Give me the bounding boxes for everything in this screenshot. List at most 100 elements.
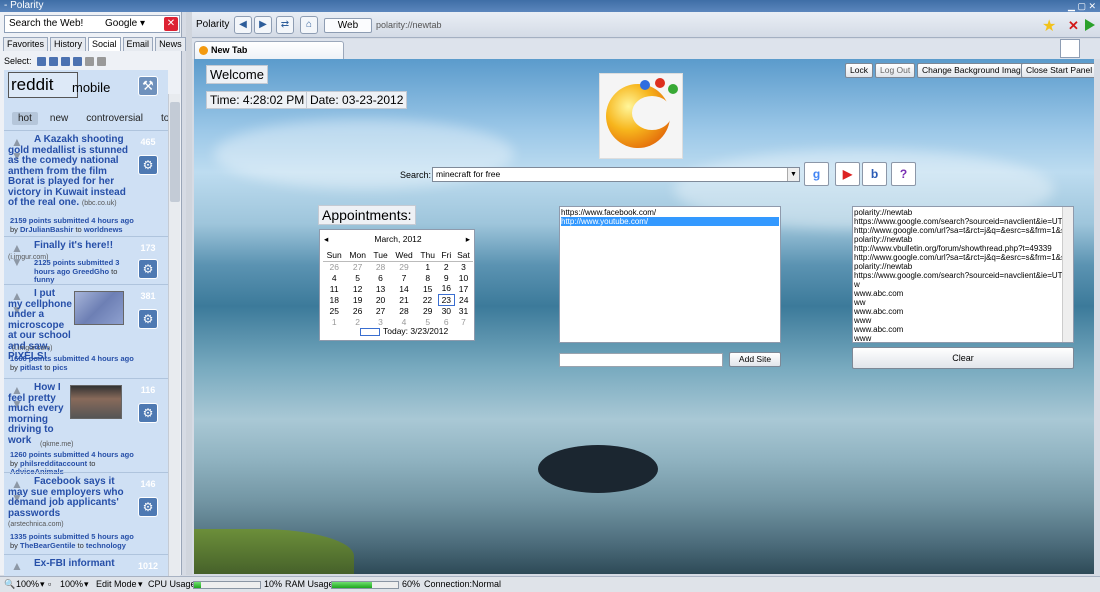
gear-icon[interactable]: ⚙ [138, 403, 158, 423]
calendar-day[interactable]: 29 [417, 305, 439, 316]
post-title[interactable]: A Kazakh shooting gold medallist is stun… [8, 134, 132, 210]
star-icon[interactable]: ★ [1042, 16, 1056, 36]
calendar-day[interactable]: 14 [391, 283, 417, 294]
history-item[interactable]: www [854, 316, 1072, 325]
next-month-icon[interactable]: ▸ [466, 234, 470, 245]
post-thumbnail[interactable] [74, 291, 124, 325]
history-item[interactable]: polarity://newtab [854, 208, 1072, 217]
calendar-day[interactable]: 27 [345, 261, 370, 272]
history-item[interactable]: https://www.google.com/search?sourceid=n… [854, 217, 1072, 226]
calendar-day[interactable]: 16 [439, 283, 455, 294]
home-icon[interactable]: ⌂ [300, 16, 318, 34]
site-list[interactable]: https://www.facebook.com/ http://www.you… [559, 206, 781, 343]
text-zoom-level[interactable]: 100% [60, 577, 83, 592]
calendar-day[interactable]: 3 [454, 261, 473, 272]
twitter-icon[interactable] [49, 57, 59, 67]
clear-button[interactable]: Clear [852, 347, 1074, 369]
zoom-level[interactable]: 100% [16, 577, 39, 592]
engine-select[interactable]: Google ▾ [105, 16, 145, 32]
calendar-day[interactable]: 11 [323, 283, 345, 294]
calendar-day[interactable]: 26 [323, 261, 345, 272]
address-bar[interactable]: polarity://newtab [372, 18, 1022, 33]
facebook-icon[interactable] [37, 57, 47, 67]
web-button[interactable]: Web [324, 18, 372, 33]
site-list-item-selected[interactable]: http://www.youtube.com/ [561, 217, 779, 226]
refresh-icon[interactable] [97, 57, 107, 67]
today-link[interactable]: Today: 3/23/2012 [360, 326, 448, 336]
logout-button[interactable]: Log Out [875, 63, 916, 78]
window-controls[interactable]: ▁ ▢ ✕ [1068, 0, 1096, 12]
side-scrollbar[interactable] [168, 94, 180, 580]
history-list[interactable]: polarity://newtab https://www.google.com… [852, 206, 1074, 343]
myspace-icon[interactable] [61, 57, 71, 67]
calendar-day[interactable]: 30 [439, 305, 455, 316]
history-item[interactable]: www.abc.com [854, 325, 1072, 334]
chevron-down-icon[interactable]: ▼ [787, 168, 799, 181]
post-title[interactable]: Ex-FBI informant [8, 558, 132, 570]
add-site-input[interactable] [559, 353, 723, 367]
calendar-day[interactable]: 9 [439, 272, 455, 283]
calendar-day[interactable]: 7 [454, 316, 473, 327]
history-item[interactable]: www.abc.com [854, 289, 1072, 298]
chevron-down-icon[interactable]: ▾ [138, 577, 143, 592]
new-tab-icon[interactable] [1060, 39, 1080, 58]
calendar-day[interactable]: 1 [417, 261, 439, 272]
post-subreddit[interactable]: technology [86, 541, 126, 550]
calendar-day[interactable]: 12 [345, 283, 370, 294]
sort-controversial[interactable]: controversial [80, 112, 149, 125]
gear-icon[interactable]: ⚙ [138, 259, 158, 279]
zoom-icon[interactable]: 🔍 [4, 577, 15, 592]
calendar-day[interactable]: 25 [323, 305, 345, 316]
calendar-day[interactable]: 26 [345, 305, 370, 316]
linkedin-icon[interactable] [73, 57, 83, 67]
calendar-day[interactable]: 19 [345, 294, 370, 305]
history-item[interactable]: w [854, 280, 1072, 289]
scroll-thumb[interactable] [170, 102, 180, 202]
tab-favorites[interactable]: Favorites [3, 37, 49, 51]
calendar-day[interactable]: 2 [439, 261, 455, 272]
history-item[interactable]: ww [854, 298, 1072, 307]
go-icon[interactable] [1085, 19, 1095, 31]
stop-icon[interactable]: ✕ [1068, 18, 1079, 34]
bing-search-icon[interactable]: b [862, 162, 887, 186]
post-subreddit[interactable]: worldnews [84, 225, 123, 234]
edit-mode[interactable]: Edit Mode [96, 577, 137, 592]
site-list-item[interactable]: https://www.facebook.com/ [561, 208, 779, 217]
calendar-day[interactable]: 22 [417, 294, 439, 305]
post-author[interactable]: DrJulianBashir [20, 225, 73, 234]
calendar-day[interactable]: 8 [417, 272, 439, 283]
calendar-day[interactable]: 10 [454, 272, 473, 283]
calendar-day[interactable]: 27 [370, 305, 391, 316]
gear-icon[interactable]: ⚙ [138, 155, 158, 175]
tab-history[interactable]: History [50, 37, 87, 51]
calendar-day[interactable]: 28 [391, 305, 417, 316]
post-subreddit[interactable]: funny [34, 275, 54, 284]
calendar-day[interactable]: 6 [370, 272, 391, 283]
tab-email[interactable]: Email [122, 37, 154, 51]
calendar-day[interactable]: 28 [370, 261, 391, 272]
pane-splitter[interactable] [186, 12, 192, 575]
reddit-post[interactable]: ▲ ▼ I put my cellphone under a microscope… [4, 284, 168, 378]
back-icon[interactable]: ◀ [234, 16, 252, 34]
history-item[interactable]: www.abc.com [854, 307, 1072, 316]
history-item[interactable]: https://www.google.com/search?sourceid=n… [854, 271, 1072, 280]
post-thumbnail[interactable] [70, 385, 122, 419]
close-start-panel-button[interactable]: Close Start Panel [1021, 63, 1094, 78]
post-author[interactable]: pitlast [20, 363, 42, 372]
chevron-down-icon[interactable]: ▾ [40, 577, 45, 592]
post-author[interactable]: TheBearGentile [20, 541, 75, 550]
tools-icon[interactable]: ⚒ [138, 76, 158, 96]
reddit-post[interactable]: ▲ ▼ A Kazakh shooting gold medallist is s… [4, 130, 168, 236]
history-item[interactable]: http://www.google.com/url?sa=t&rct=j&q=&… [854, 253, 1072, 262]
sort-top[interactable]: top [155, 112, 168, 125]
yahoo-search-icon[interactable]: ? [891, 162, 916, 186]
history-item[interactable]: polarity://newtab [854, 235, 1072, 244]
reddit-post[interactable]: ▲ ▼ How I feel pretty much every morning … [4, 378, 168, 476]
google-search-icon[interactable]: g [804, 162, 829, 186]
calendar-day[interactable]: 29 [391, 261, 417, 272]
refresh-icon[interactable]: ⇄ [276, 16, 294, 34]
calendar-day-today[interactable]: 23 [438, 293, 455, 306]
search-input[interactable]: minecraft for free ▼ [432, 167, 800, 182]
calendar-day[interactable]: 17 [454, 283, 473, 294]
reddit-post[interactable]: ▲ ▼ Finally it's here!! (i.imgur.com) 173 … [4, 236, 168, 284]
